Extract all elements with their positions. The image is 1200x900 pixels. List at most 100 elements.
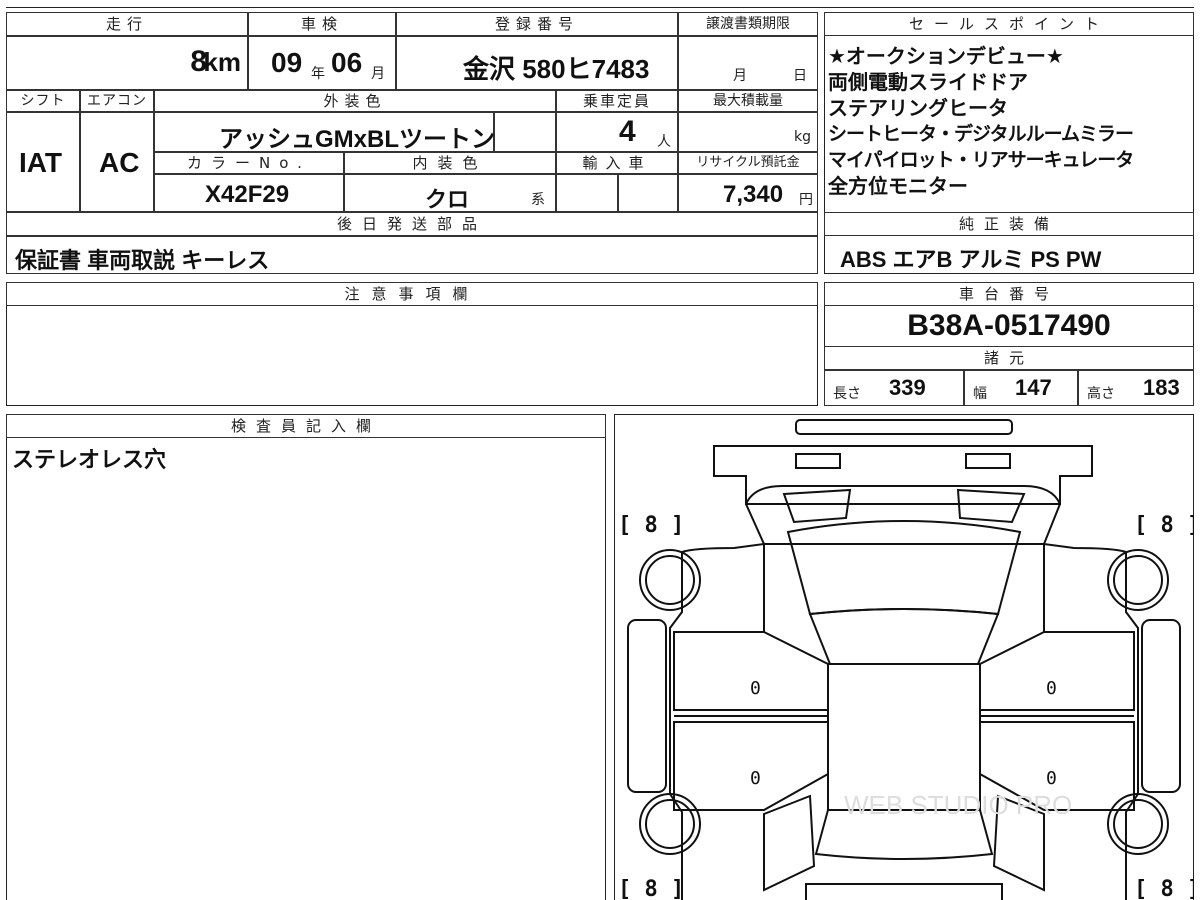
shaken-month: 06 bbox=[331, 47, 363, 78]
colorno-cell: X42F29 bbox=[154, 174, 344, 212]
front-bumper bbox=[795, 419, 1013, 435]
door-label-rr: 0 bbox=[1046, 768, 1057, 789]
door-front-right bbox=[979, 631, 1135, 711]
maxload-header: 最大積載量 bbox=[678, 90, 818, 112]
inspector-header: 検査員記入欄 bbox=[6, 414, 606, 438]
equipment-header: 純正装備 bbox=[824, 212, 1194, 236]
ac-cell: AC bbox=[80, 112, 154, 212]
car-diagram: [ 8 ] [ 8 ] [ 8 ] [ 8 ] 0 0 0 0 WEB STUD… bbox=[618, 419, 1194, 900]
door-label-fr: 0 bbox=[1046, 678, 1057, 699]
seating-unit: 人 bbox=[657, 134, 671, 150]
tire-label-tl: [ 8 ] bbox=[618, 513, 684, 538]
spec-height-value: 183 bbox=[1143, 375, 1180, 400]
sales-point: 全方位モニター bbox=[828, 176, 968, 198]
spec-height-label: 高さ bbox=[1087, 386, 1115, 402]
seating-header: 乗車定員 bbox=[556, 90, 678, 112]
inspector-value: ステレオレス穴 bbox=[12, 447, 167, 472]
exterior-value: アッシュGMxBLツートン bbox=[219, 126, 495, 153]
interior-header: 内装色 bbox=[344, 152, 556, 174]
wheel-rear-right bbox=[1107, 793, 1169, 855]
spec-length-label: 長さ bbox=[833, 386, 861, 402]
windshield bbox=[786, 520, 1022, 616]
later-parts-cell: 保証書 車両取説 キーレス bbox=[6, 236, 818, 274]
deadline-month: 月 bbox=[733, 68, 747, 84]
wheel-rear-left bbox=[639, 793, 701, 855]
shaken-year: 09 bbox=[271, 47, 303, 78]
recycle-cell: 7,340 円 bbox=[678, 174, 818, 212]
wheel-rear-right-inner bbox=[1113, 799, 1163, 849]
sill-left bbox=[627, 619, 667, 793]
import-cell-b bbox=[618, 174, 678, 212]
tire-label-br: [ 8 ] bbox=[1134, 877, 1194, 900]
wheel-front-left-inner bbox=[645, 555, 695, 605]
ac-value: AC bbox=[99, 147, 140, 178]
colorno-value: X42F29 bbox=[205, 181, 290, 208]
maxload-cell: kg bbox=[678, 112, 818, 152]
top-strip bbox=[6, 0, 1194, 8]
shaken-cell: 09 年 06 月 bbox=[248, 36, 396, 90]
front-hood bbox=[713, 445, 1093, 505]
headlight-left bbox=[782, 488, 852, 524]
sales-point: ステアリングヒータ bbox=[828, 98, 1008, 120]
sill-right bbox=[1141, 619, 1181, 793]
interior-unit: 系 bbox=[531, 192, 545, 208]
shaken-header: 車検 bbox=[248, 12, 396, 36]
body-outline-top bbox=[744, 485, 1062, 545]
seating-value: 4 bbox=[619, 115, 636, 148]
notes-header: 注意事項欄 bbox=[6, 282, 818, 306]
shaken-month-unit: 月 bbox=[371, 66, 385, 82]
deadline-header: 譲渡書類期限 bbox=[678, 12, 818, 36]
deadline-cell: 月 日 bbox=[678, 36, 818, 90]
fender-left bbox=[681, 542, 765, 632]
exterior-extra-cell bbox=[494, 112, 556, 152]
tire-label-bl: [ 8 ] bbox=[618, 877, 684, 900]
door-label-fl: 0 bbox=[750, 678, 761, 699]
recycle-unit: 円 bbox=[799, 192, 813, 208]
sales-point: マイパイロット・リアサーキュレータ bbox=[828, 150, 1134, 171]
interior-value: クロ bbox=[425, 187, 470, 212]
plate-value: 金沢 580ヒ7483 bbox=[463, 54, 650, 84]
door-rear-left bbox=[673, 721, 829, 811]
interior-cell: クロ 系 bbox=[344, 174, 556, 212]
shift-value: IAT bbox=[19, 147, 63, 178]
tire-label-tr: [ 8 ] bbox=[1134, 513, 1194, 538]
front-emblem-left bbox=[795, 453, 841, 469]
sales-points-header: セールスポイント bbox=[824, 12, 1194, 36]
rear-quarter-left bbox=[763, 794, 816, 892]
chassis-header: 車台番号 bbox=[824, 282, 1194, 306]
wheel-rear-left-inner bbox=[645, 799, 695, 849]
spec-width-value: 147 bbox=[1015, 375, 1052, 400]
sales-point: ★オークションデビュー★ bbox=[828, 46, 1064, 68]
watermark: WEB STUDIO PRO bbox=[844, 790, 1072, 820]
spec-length-cell: 長さ 339 bbox=[824, 370, 964, 406]
colorno-header: カラーNo. bbox=[154, 152, 344, 174]
door-label-rl: 0 bbox=[750, 768, 761, 789]
import-header: 輸入車 bbox=[556, 152, 678, 174]
mileage-unit: km bbox=[203, 47, 241, 77]
ac-header: エアコン bbox=[80, 90, 154, 112]
maxload-unit: kg bbox=[794, 129, 811, 145]
inspector-box bbox=[6, 414, 606, 900]
later-parts-header: 後日発送部品 bbox=[6, 212, 818, 236]
sales-point: シートヒータ・デジタルルームミラー bbox=[828, 124, 1134, 145]
equipment-value: ABS エアB アルミ PS PW bbox=[840, 247, 1102, 272]
sales-point: 両側電動スライドドア bbox=[828, 72, 1028, 94]
plate-cell: 金沢 580ヒ7483 bbox=[396, 36, 678, 90]
wheel-front-right bbox=[1107, 549, 1169, 611]
spec-length-value: 339 bbox=[889, 375, 926, 400]
shift-cell: IAT bbox=[6, 112, 80, 212]
later-parts-value: 保証書 車両取説 キーレス bbox=[15, 248, 270, 273]
spec-width-label: 幅 bbox=[973, 386, 987, 402]
mileage-cell: 8 km bbox=[6, 36, 248, 90]
roof bbox=[808, 608, 1000, 665]
recycle-value: 7,340 bbox=[723, 181, 784, 208]
shift-header: シフト bbox=[6, 90, 80, 112]
spec-width-cell: 幅 147 bbox=[964, 370, 1078, 406]
exterior-cell: アッシュGMxBLツートン bbox=[154, 112, 495, 153]
plate-header: 登録番号 bbox=[396, 12, 678, 36]
recycle-header: リサイクル預託金 bbox=[678, 152, 818, 174]
roof-panel bbox=[827, 663, 981, 811]
spec-height-cell: 高さ 183 bbox=[1078, 370, 1194, 406]
wheel-front-left bbox=[639, 549, 701, 611]
deadline-day: 日 bbox=[793, 68, 807, 84]
